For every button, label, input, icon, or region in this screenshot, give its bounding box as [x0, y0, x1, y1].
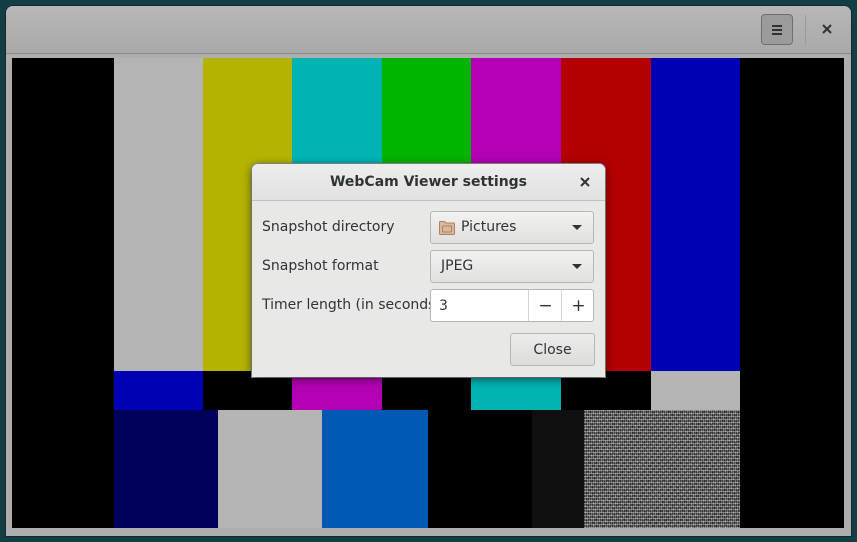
- chevron-down-icon: [572, 225, 582, 230]
- dialog-headerbar: WebCam Viewer settings: [252, 164, 605, 201]
- increment-button[interactable]: +: [561, 290, 593, 321]
- window-close-button[interactable]: [814, 16, 840, 42]
- test-bar-bottom-black: [428, 410, 532, 528]
- hamburger-menu-icon: [772, 25, 782, 35]
- snapshot-directory-label: Snapshot directory: [262, 219, 395, 235]
- timer-length-spinbutton: − +: [430, 289, 594, 322]
- test-bar-bottom-blue: [322, 410, 428, 528]
- timer-length-label: Timer length (in seconds): [262, 297, 441, 313]
- headerbar-separator: [805, 15, 806, 45]
- chevron-down-icon: [572, 264, 582, 269]
- settings-dialog: WebCam Viewer settings Snapshot director…: [252, 164, 605, 377]
- headerbar: [6, 6, 851, 54]
- snapshot-directory-combo[interactable]: Pictures: [430, 211, 594, 244]
- test-bar-bottom-gray: [218, 410, 322, 528]
- test-bar-mid-blue: [114, 371, 203, 410]
- close-button[interactable]: Close: [510, 333, 595, 366]
- test-bar-black-right: [740, 58, 844, 528]
- dialog-title: WebCam Viewer settings: [329, 174, 528, 190]
- snapshot-directory-value: Pictures: [461, 219, 517, 235]
- test-bar-bottom-navy: [114, 410, 218, 528]
- snapshot-format-value: JPEG: [441, 258, 474, 274]
- test-bar-black-left: [12, 58, 114, 524]
- timer-length-input[interactable]: [431, 290, 528, 321]
- close-icon: [822, 24, 832, 34]
- snapshot-format-label: Snapshot format: [262, 258, 379, 274]
- test-bar-blue: [651, 58, 740, 371]
- dialog-close-button[interactable]: [576, 173, 594, 191]
- snapshot-format-combo[interactable]: JPEG: [430, 250, 594, 283]
- folder-icon: [439, 221, 455, 235]
- test-bar-noise: [584, 410, 740, 528]
- hamburger-menu-button[interactable]: [761, 14, 793, 45]
- decrement-button[interactable]: −: [528, 290, 562, 321]
- test-bar-mid-gray: [651, 371, 740, 410]
- test-bar-gray: [114, 58, 203, 371]
- test-bar-bottom-darkgray: [532, 410, 584, 528]
- close-icon: [580, 177, 590, 187]
- webcam-viewer-window: WebCam Viewer settings Snapshot director…: [6, 6, 851, 536]
